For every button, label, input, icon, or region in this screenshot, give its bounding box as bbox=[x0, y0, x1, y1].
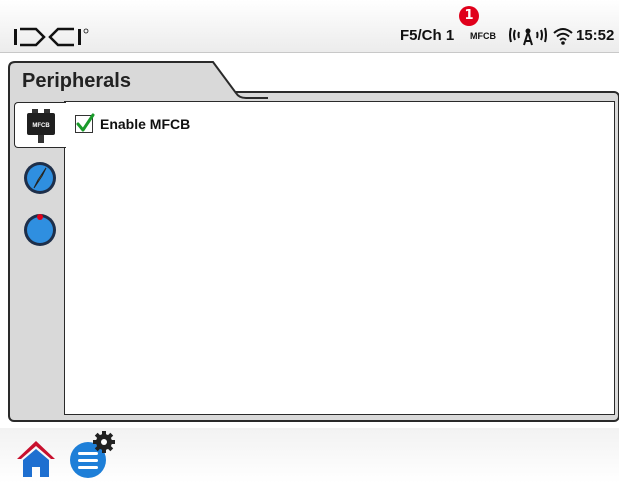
home-icon[interactable] bbox=[15, 437, 57, 479]
signal-tower-icon bbox=[509, 27, 547, 46]
clock: 15:52 bbox=[576, 27, 615, 44]
dci-logo-icon bbox=[14, 27, 89, 47]
status-bar: F5/Ch 1 1 MFCB 15:52 bbox=[0, 0, 619, 53]
checkmark-icon bbox=[76, 113, 95, 132]
enable-mfcb-label[interactable]: Enable MFCB bbox=[100, 116, 190, 132]
mfcb-device-icon: MFCB bbox=[27, 109, 55, 143]
tab-title: Peripherals bbox=[22, 70, 131, 92]
settings-menu-icon[interactable] bbox=[66, 430, 118, 480]
device-label: MFCB bbox=[470, 31, 496, 41]
compass-icon bbox=[24, 162, 56, 194]
gauge-icon bbox=[24, 214, 56, 246]
side-tab-gauge[interactable] bbox=[14, 206, 66, 252]
notification-badge[interactable]: 1 bbox=[459, 6, 479, 26]
peripheral-settings: Enable MFCB bbox=[64, 101, 615, 415]
svg-text:MFCB: MFCB bbox=[32, 123, 50, 129]
side-tab-compass[interactable] bbox=[14, 154, 66, 200]
enable-mfcb-checkbox[interactable] bbox=[75, 113, 95, 133]
wifi-icon bbox=[553, 28, 573, 45]
frequency-channel: F5/Ch 1 bbox=[400, 27, 455, 44]
side-tab-mfcb[interactable]: MFCB bbox=[14, 102, 66, 148]
